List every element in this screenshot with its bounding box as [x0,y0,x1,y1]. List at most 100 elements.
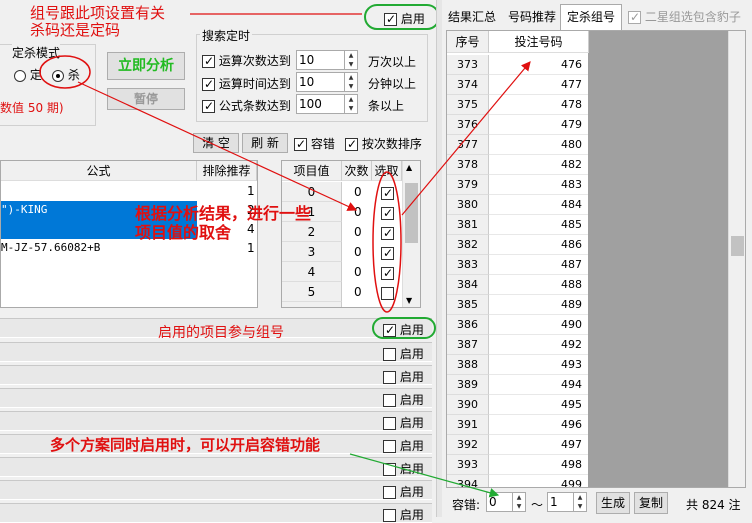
checkbox-icon[interactable] [381,225,394,241]
spin-arrows-icon[interactable]: ▲ ▼ [344,95,357,113]
plan-bar[interactable]: 启用 [0,503,432,523]
checkbox-icon[interactable] [383,371,396,384]
sort-count-checkbox[interactable]: 按次数排序 [345,135,422,152]
checkbox-icon[interactable] [381,185,394,201]
plan-enable[interactable]: 启用 [383,483,424,500]
spin-arrows-icon[interactable]: ▲ ▼ [512,493,525,511]
table-row[interactable]: 385 489 [447,295,588,315]
checkbox-icon[interactable] [202,53,215,69]
table-row[interactable]: 6 0 [282,302,402,307]
table-row[interactable]: 1 [1,182,257,201]
clear-button[interactable]: 清 空 [193,133,239,153]
checkbox-icon[interactable] [202,98,215,114]
plan-enable[interactable]: 启用 [383,368,424,385]
checkbox-icon[interactable] [381,205,394,221]
table-row[interactable]: 390 495 [447,395,588,415]
plan-bar[interactable]: 启用 [0,480,432,500]
spin-value[interactable]: 0 [489,495,497,509]
table-row[interactable]: 386 490 [447,315,588,335]
item-scrollbar[interactable]: ▲ ▼ [402,161,420,307]
spin-value[interactable]: 100 [299,97,322,111]
radio-sha[interactable]: 杀 [52,66,80,83]
spin-arrows-icon[interactable]: ▲ ▼ [344,73,357,91]
tab-kill-group[interactable]: 定杀组号 [560,4,623,30]
table-row[interactable]: 3 0 [282,242,402,262]
spin-arrows-icon[interactable]: ▲ ▼ [573,493,586,511]
copy-button[interactable]: 复制 [634,492,668,514]
scroll-thumb[interactable] [731,236,744,256]
table-row[interactable]: 387 492 [447,335,588,355]
tolerance-to-input[interactable]: 1 ▲ ▼ [547,492,587,512]
plan-enable[interactable]: 启用 [383,321,424,338]
table-row[interactable]: 374 477 [447,75,588,95]
checkbox-icon[interactable] [345,136,358,152]
table-row[interactable]: 383 487 [447,255,588,275]
table-row[interactable]: 5 0 [282,282,402,302]
pause-button[interactable]: 暂停 [107,88,185,110]
panel-splitter[interactable] [436,0,442,517]
table-row[interactable]: 379 483 [447,175,588,195]
table-row[interactable]: 384 488 [447,275,588,295]
plan-enable[interactable]: 启用 [383,345,424,362]
plan-enable[interactable]: 启用 [383,414,424,431]
analyze-button[interactable]: 立即分析 [107,52,185,80]
table-row[interactable]: 380 484 [447,195,588,215]
table-row[interactable]: 382 486 [447,235,588,255]
checkbox-icon[interactable] [202,76,215,92]
scroll-thumb[interactable] [405,183,418,243]
include-leopard-option[interactable]: 二星组选包含豹子 [628,8,741,25]
table-row[interactable]: 394 499 [447,475,588,487]
table-row[interactable]: 389 494 [447,375,588,395]
plan-bar[interactable]: 启用 [0,457,432,477]
spin-value[interactable]: 10 [299,75,314,89]
checkbox-icon[interactable] [381,245,394,261]
generate-button[interactable]: 生成 [596,492,630,514]
plan-enable[interactable]: 启用 [383,437,424,454]
tab-summary[interactable]: 结果汇总 [444,6,500,28]
plan-enable[interactable]: 启用 [383,391,424,408]
tab-recommend[interactable]: 号码推荐 [504,6,560,28]
result-scrollbar[interactable] [728,31,745,487]
table-row[interactable]: 392 497 [447,435,588,455]
radio-icon[interactable] [52,69,64,82]
table-row[interactable]: 373 476 [447,55,588,75]
plan-bar[interactable]: 启用 [0,411,432,431]
plan-bar[interactable]: 启用 [0,365,432,385]
checkbox-icon[interactable] [383,348,396,361]
checkbox-icon[interactable] [294,136,307,152]
table-row[interactable]: 0 0 [282,182,402,202]
table-row[interactable]: 377 480 [447,135,588,155]
radio-icon[interactable] [14,69,26,82]
table-row[interactable]: 4 0 [282,262,402,282]
scroll-up-icon[interactable]: ▲ [406,163,412,172]
spin-value[interactable]: 10 [299,53,314,67]
table-row[interactable]: 393 498 [447,455,588,475]
checkbox-icon[interactable] [383,417,396,430]
spin-arrows-icon[interactable]: ▲ ▼ [344,51,357,69]
radio-ding[interactable]: 定 [14,66,42,83]
checkbox-icon[interactable] [383,394,396,407]
table-row[interactable]: 381 485 [447,215,588,235]
timing-count-input[interactable]: 10 ▲ ▼ [296,50,358,70]
plan-enable[interactable]: 启用 [383,460,424,477]
timing-time-input[interactable]: 10 ▲ ▼ [296,72,358,92]
checkbox-icon[interactable] [381,265,394,281]
plan-enable[interactable]: 启用 [383,506,424,523]
tolerance-from-input[interactable]: 0 ▲ ▼ [486,492,526,512]
checkbox-icon[interactable] [384,11,397,27]
checkbox-icon[interactable] [383,440,396,453]
scroll-down-icon[interactable]: ▼ [406,296,412,305]
top-enable[interactable]: 启用 [364,4,440,30]
table-row[interactable]: 388 493 [447,355,588,375]
table-row[interactable]: 376 479 [447,115,588,135]
plan-bar[interactable]: 启用 [0,388,432,408]
checkbox-icon[interactable] [628,9,641,25]
checkbox-icon[interactable] [383,486,396,499]
checkbox-icon[interactable] [383,463,396,476]
tolerance-checkbox[interactable]: 容错 [294,135,335,152]
table-row[interactable]: 375 478 [447,95,588,115]
spin-value[interactable]: 1 [550,495,558,509]
plan-bar[interactable]: 启用 [0,342,432,362]
timing-formula-input[interactable]: 100 ▲ ▼ [296,94,358,114]
refresh-button[interactable]: 刷 新 [242,133,288,153]
